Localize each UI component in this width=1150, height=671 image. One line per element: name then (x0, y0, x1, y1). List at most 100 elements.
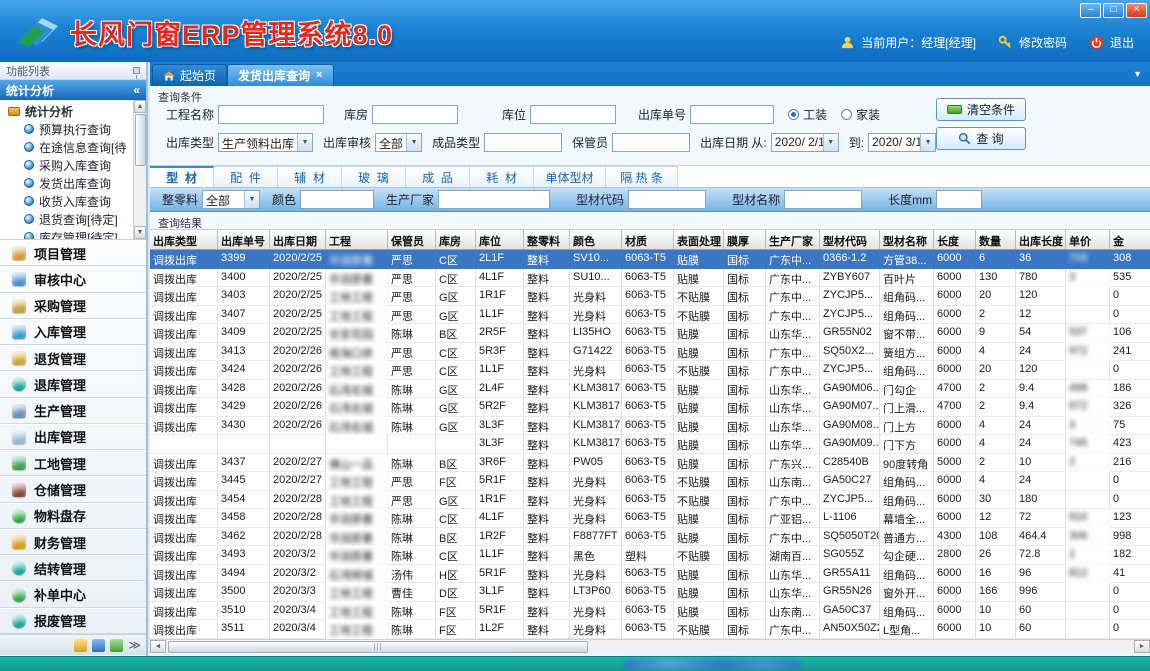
column-header[interactable]: 出库单号 (218, 230, 270, 249)
column-header[interactable]: 数量 (976, 230, 1016, 249)
table-row[interactable]: 调拨出库33992020/2/25华润原著严思C区2L1F整料SV10...60… (150, 250, 1150, 269)
column-header[interactable]: 金 (1110, 230, 1150, 249)
sidebar-module-12[interactable]: 结转管理 (0, 555, 146, 581)
column-header[interactable]: 生产厂家 (766, 230, 820, 249)
location-input[interactable] (530, 105, 616, 124)
tree-item[interactable]: 采购入库查询 (0, 156, 133, 174)
table-row[interactable]: 调拨出库34582020/2/28华润原著陈琳C区4L1F整料光身料6063-T… (150, 509, 1150, 528)
sidebar-module-2[interactable]: 采购管理 (0, 293, 146, 319)
dropdown-arrow-icon[interactable]: ▼ (297, 134, 312, 151)
sidebar-module-8[interactable]: 工地管理 (0, 450, 146, 476)
scroll-thumb[interactable] (135, 114, 146, 166)
dropdown-arrow-icon[interactable]: ▼ (406, 134, 421, 151)
column-header[interactable]: 整零料 (524, 230, 570, 249)
material-tab-2[interactable]: 辅 材 (278, 166, 342, 187)
table-row[interactable]: 调拨出库34942020/3/2石湾辉城汤伟H区5R1F整料光身料6063-T5… (150, 565, 1150, 584)
tree-item[interactable]: 收货入库查询 (0, 192, 133, 210)
calendar-dropdown-icon[interactable]: ▼ (823, 134, 838, 151)
column-header[interactable]: 长度 (934, 230, 976, 249)
table-row[interactable]: 3L3F整料KLM38176063-T5贴膜国标山东华...GA90M09...… (150, 435, 1150, 454)
product-type-input[interactable] (484, 133, 562, 152)
color-input[interactable] (300, 190, 374, 209)
tree-item[interactable]: 预算执行查询 (0, 120, 133, 138)
sidebar-module-9[interactable]: 仓储管理 (0, 476, 146, 502)
sidebar-section-statistics[interactable]: 统计分析 « (0, 80, 146, 100)
length-input[interactable] (936, 190, 982, 209)
material-tab-0[interactable]: 型 材 (150, 166, 214, 187)
column-header[interactable]: 型材代码 (820, 230, 880, 249)
hscroll-thumb[interactable]: ||| (168, 641, 588, 653)
material-tab-6[interactable]: 单体型材 (534, 166, 606, 187)
minimize-button[interactable]: – (1080, 3, 1101, 18)
table-row[interactable]: 调拨出库34002020/2/25华润原著严思C区4L1F整料SU10...60… (150, 269, 1150, 288)
warehouse-input[interactable] (372, 105, 458, 124)
out-type-select[interactable]: 生产领料出库 ▼ (218, 133, 313, 152)
column-header[interactable]: 保管员 (388, 230, 436, 249)
sidebar-module-0[interactable]: 项目管理 (0, 240, 146, 266)
table-row[interactable]: 调拨出库34072020/2/25工地工程严思G区1L1F整料光身料6063-T… (150, 306, 1150, 325)
material-tab-3[interactable]: 玻 璃 (342, 166, 406, 187)
table-row[interactable]: 调拨出库34622020/2/28华润原著陈琳B区1R2F整料F8877FT60… (150, 528, 1150, 547)
column-header[interactable]: 出库长度 (1016, 230, 1066, 249)
order-no-input[interactable] (690, 105, 774, 124)
column-header[interactable]: 颜色 (570, 230, 622, 249)
table-row[interactable]: 调拨出库34452020/2/27工地工程严思F区5R1F整料光身料6063-T… (150, 472, 1150, 491)
scroll-down-icon[interactable]: ▼ (134, 226, 146, 239)
profile-code-input[interactable] (628, 190, 706, 209)
column-header[interactable]: 库位 (476, 230, 524, 249)
sidebar-module-4[interactable]: 退货管理 (0, 345, 146, 371)
sidebar-module-1[interactable]: 审核中心 (0, 266, 146, 292)
sidebar-module-7[interactable]: 出库管理 (0, 424, 146, 450)
sidebar-module-5[interactable]: 退库管理 (0, 371, 146, 397)
column-header[interactable]: 库房 (436, 230, 476, 249)
table-row[interactable]: 调拨出库34092020/2/25长安花园陈琳B区2R5F整料LI35HO606… (150, 324, 1150, 343)
table-row[interactable]: 调拨出库34242020/2/26工地工程严思C区1L1F整料光身料6063-T… (150, 361, 1150, 380)
radio-gongzhuang-icon[interactable] (788, 109, 799, 120)
table-row[interactable]: 调拨出库34302020/2/26石湾名城陈琳G区3L3F整料KLM381760… (150, 417, 1150, 436)
table-row[interactable]: 调拨出库35112020/3/4工地工程陈琳F区1L2F整料光身料6063-T5… (150, 620, 1150, 639)
sidebar-module-6[interactable]: 生产管理 (0, 398, 146, 424)
change-password-link[interactable]: 修改密码 (1019, 34, 1067, 51)
tab-shipping-outbound-query[interactable]: 发货出库查询 × (227, 64, 334, 86)
radio-jiazhuang-icon[interactable] (841, 109, 852, 120)
radio-jiazhuang[interactable]: 家装 (841, 106, 880, 123)
table-row[interactable]: 调拨出库34282020/2/26石湾名城陈琳G区2L4F整料KLM381760… (150, 380, 1150, 399)
column-header[interactable]: 出库日期 (270, 230, 326, 249)
monitor-icon[interactable] (92, 639, 105, 652)
scroll-left-icon[interactable]: ◄ (150, 640, 166, 653)
table-row[interactable]: 调拨出库34032020/2/25工地工程严思G区1R1F整料光身料6063-T… (150, 287, 1150, 306)
dropdown-arrow-icon[interactable]: ▼ (244, 191, 259, 208)
column-header[interactable]: 出库类型 (150, 230, 218, 249)
pin-icon[interactable] (133, 67, 140, 74)
tree-scrollbar[interactable]: ▲ ▼ (133, 100, 146, 239)
table-row[interactable]: 调拨出库35002020/3/3工地工程曹佳D区3L1F整料LT3P606063… (150, 583, 1150, 602)
column-header[interactable]: 表面处理 (674, 230, 724, 249)
tab-list-dropdown-icon[interactable]: ▼ (1133, 69, 1142, 79)
folder-icon[interactable] (74, 639, 87, 652)
material-tab-7[interactable]: 隔 热 条 (606, 166, 678, 187)
logout-link[interactable]: 退出 (1110, 34, 1134, 51)
date-from-picker[interactable]: 2020/ 2/16 ▼ (771, 133, 839, 152)
tree-item[interactable]: 退货查询[待定] (0, 210, 133, 228)
tab-close-icon[interactable]: × (315, 70, 323, 81)
table-row[interactable]: 调拨出库34292020/2/26石湾名城陈琳G区5R2F整料KLM381760… (150, 398, 1150, 417)
manufacturer-input[interactable] (438, 190, 550, 209)
sidebar-module-3[interactable]: 入库管理 (0, 319, 146, 345)
material-tab-5[interactable]: 耗 材 (470, 166, 534, 187)
column-header[interactable]: 单价 (1066, 230, 1110, 249)
tree-item[interactable]: 发货出库查询 (0, 174, 133, 192)
profile-name-input[interactable] (784, 190, 862, 209)
search-button[interactable]: 查 询 (936, 127, 1026, 150)
tree-root[interactable]: 统计分析 (0, 102, 133, 120)
audit-select[interactable]: 全部 ▼ (375, 133, 422, 152)
clear-conditions-button[interactable]: 清空条件 (936, 98, 1026, 121)
column-header[interactable]: 型材名称 (880, 230, 934, 249)
table-row[interactable]: 调拨出库34932020/3/2华润原著陈琳C区1L1F整料黑色塑料不贴膜国标湖… (150, 546, 1150, 565)
column-header[interactable]: 材质 (622, 230, 674, 249)
chart-icon[interactable] (110, 639, 123, 652)
tree-item[interactable]: 库存管理[待定] (0, 228, 133, 240)
tree-item[interactable]: 在途信息查询[待 (0, 138, 133, 156)
material-tab-1[interactable]: 配 件 (214, 166, 278, 187)
whole-select[interactable]: 全部 ▼ (202, 190, 260, 209)
scroll-up-icon[interactable]: ▲ (134, 100, 146, 113)
